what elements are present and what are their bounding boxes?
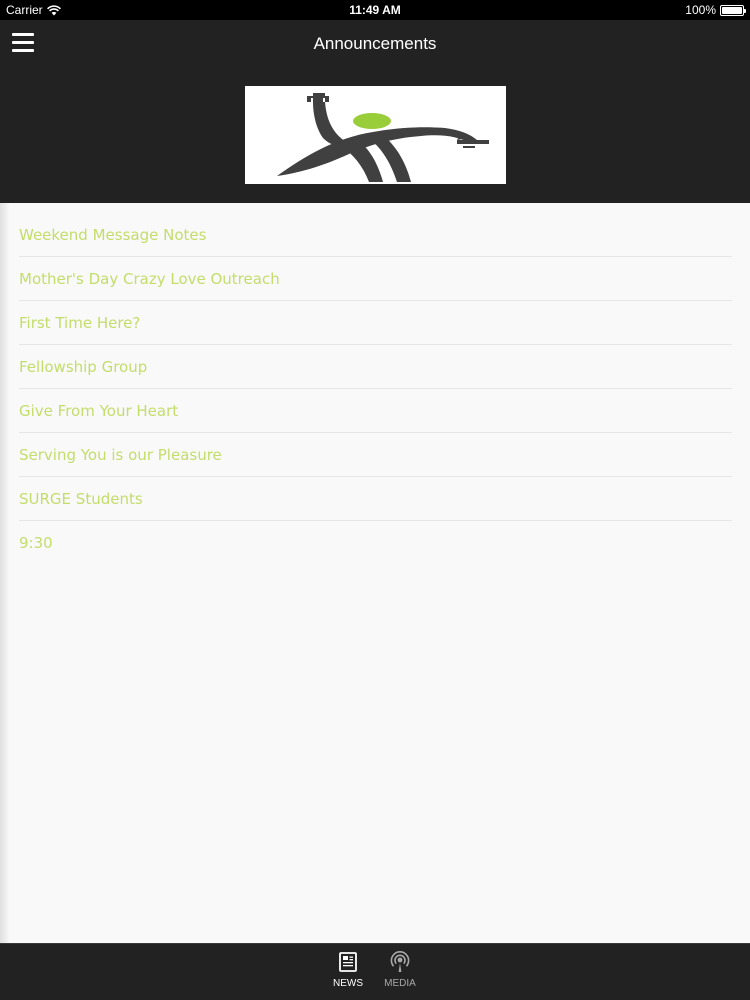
battery-icon <box>720 4 746 16</box>
tab-media[interactable]: MEDIA <box>375 950 425 989</box>
page-title: Announcements <box>313 34 437 53</box>
announcement-item[interactable]: 9:30 <box>19 521 732 565</box>
announcement-item[interactable]: SURGE Students <box>19 477 732 521</box>
podcast-icon <box>390 951 410 972</box>
status-bar: Carrier 11:49 AM 100% <box>0 0 750 20</box>
battery-percent: 100% <box>685 3 716 17</box>
tab-bar: NEWS MEDIA <box>0 943 750 1000</box>
navigation-bar: Announcements <box>0 20 750 66</box>
church-logo-icon <box>277 93 489 182</box>
announcement-item[interactable]: Fellowship Group <box>19 345 732 389</box>
side-shadow <box>0 203 10 943</box>
announcement-item[interactable]: Give From Your Heart <box>19 389 732 433</box>
clock: 11:49 AM <box>349 3 401 17</box>
battery-status: 100% <box>685 3 746 17</box>
header-banner <box>0 66 750 203</box>
tab-news[interactable]: NEWS <box>323 950 373 989</box>
announcement-item[interactable]: First Time Here? <box>19 301 732 345</box>
announcement-item[interactable]: Weekend Message Notes <box>19 213 732 257</box>
announcements-list: Weekend Message Notes Mother's Day Crazy… <box>0 213 750 565</box>
tab-media-label: MEDIA <box>384 978 416 989</box>
announcement-item[interactable]: Mother's Day Crazy Love Outreach <box>19 257 732 301</box>
news-icon <box>339 952 357 972</box>
announcement-item[interactable]: Serving You is our Pleasure <box>19 433 732 477</box>
announcements-content: Weekend Message Notes Mother's Day Crazy… <box>0 203 750 943</box>
church-logo <box>245 86 506 184</box>
tab-news-label: NEWS <box>333 978 363 989</box>
